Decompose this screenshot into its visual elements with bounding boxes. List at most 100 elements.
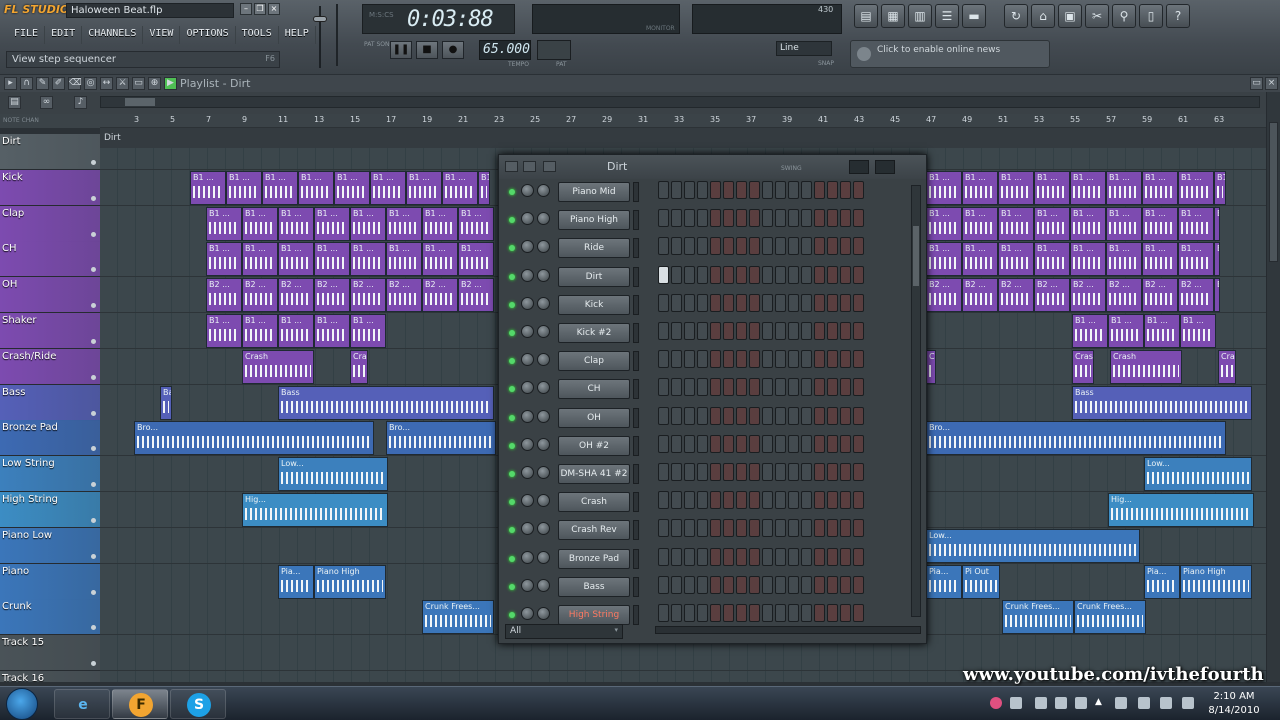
step-button[interactable]: [788, 463, 799, 481]
monitor-tray-icon[interactable]: [1160, 697, 1172, 709]
volume-knob[interactable]: [537, 240, 550, 254]
pencil-icon[interactable]: ✎: [36, 77, 49, 90]
fl-studio-taskbar-button[interactable]: F: [112, 689, 168, 719]
track-mute-led[interactable]: [91, 518, 96, 523]
track-mute-led[interactable]: [91, 195, 96, 201]
step-button[interactable]: [671, 209, 682, 228]
start-button[interactable]: [6, 688, 38, 720]
step-button[interactable]: [788, 293, 799, 312]
volume-knob[interactable]: [537, 184, 550, 197]
step-button[interactable]: [840, 604, 851, 622]
step-button[interactable]: [749, 209, 760, 228]
step-button[interactable]: [749, 293, 760, 312]
channel-button[interactable]: Kick: [558, 294, 630, 315]
pattern-clip[interactable]: B1 ...: [998, 242, 1034, 277]
step-button[interactable]: [697, 434, 708, 453]
step-sequencer-titlebar[interactable]: Dirt SWING: [499, 155, 926, 179]
step-button[interactable]: [697, 350, 708, 369]
show-hidden-icons[interactable]: ▲: [1095, 697, 1107, 709]
step-button[interactable]: [775, 434, 786, 453]
track-mute-led[interactable]: [91, 553, 96, 559]
pattern-clip[interactable]: Crash: [926, 349, 936, 384]
step-button[interactable]: [814, 237, 825, 256]
volume-knob[interactable]: [537, 212, 550, 226]
volume-knob[interactable]: [537, 550, 550, 564]
channel-mute-led[interactable]: [509, 612, 515, 618]
step-button[interactable]: [658, 350, 669, 369]
step-button[interactable]: [749, 547, 760, 566]
step-button[interactable]: [749, 575, 760, 594]
step-button[interactable]: [697, 265, 708, 284]
step-button[interactable]: [697, 575, 708, 594]
channel-select[interactable]: [633, 464, 639, 484]
tools-icon[interactable]: ✂: [1085, 4, 1109, 28]
step-button[interactable]: [710, 547, 721, 566]
pattern-clip[interactable]: Pia...: [926, 564, 962, 599]
step-button[interactable]: [762, 322, 773, 340]
plugin-icon[interactable]: ⌂: [1031, 4, 1055, 28]
scroll-thumb-vertical[interactable]: [1269, 122, 1278, 262]
step-button[interactable]: [658, 237, 669, 256]
step-button[interactable]: [814, 547, 825, 566]
pattern-clip[interactable]: B1 ...: [926, 242, 962, 277]
pan-knob[interactable]: [521, 353, 534, 367]
channel-button[interactable]: Dirt: [558, 266, 630, 287]
pattern-clip[interactable]: Bro...: [926, 421, 1226, 456]
step-button[interactable]: [788, 237, 799, 256]
step-button[interactable]: [684, 265, 695, 284]
pattern-clip[interactable]: B1 ...: [1106, 170, 1142, 205]
step-button[interactable]: [775, 406, 786, 425]
step-button[interactable]: [684, 350, 695, 369]
step-button[interactable]: [749, 463, 760, 481]
step-button[interactable]: [671, 604, 682, 622]
step-button[interactable]: [723, 237, 734, 256]
step-button[interactable]: [658, 434, 669, 453]
step-button[interactable]: [788, 491, 799, 510]
step-button[interactable]: [749, 406, 760, 425]
step-button[interactable]: [658, 322, 669, 340]
step-button[interactable]: [840, 547, 851, 566]
step-button[interactable]: [710, 406, 721, 425]
step-button[interactable]: [788, 378, 799, 397]
pattern-clip[interactable]: B2 ...: [278, 278, 314, 313]
track-mute-led[interactable]: [91, 482, 96, 488]
step-button[interactable]: [814, 406, 825, 425]
step-button[interactable]: [671, 491, 682, 510]
pan-knob[interactable]: [521, 240, 534, 254]
step-button[interactable]: [814, 434, 825, 453]
pattern-clip[interactable]: B1 ...: [998, 170, 1034, 205]
track-header[interactable]: High String: [0, 492, 100, 528]
pattern-clip[interactable]: B2 ...: [1106, 278, 1142, 313]
pin-icon[interactable]: [543, 161, 556, 172]
step-button[interactable]: [710, 350, 721, 369]
step-button[interactable]: [749, 181, 760, 199]
pattern-clip[interactable]: B1 ...: [242, 206, 278, 241]
pattern-clip[interactable]: B1 ...: [242, 242, 278, 277]
step-button[interactable]: [749, 265, 760, 284]
step-button[interactable]: [788, 209, 799, 228]
step-button[interactable]: [853, 209, 864, 228]
step-button[interactable]: [658, 463, 669, 481]
channel-mute-led[interactable]: [509, 499, 515, 506]
step-button[interactable]: [658, 519, 669, 538]
piano-roll-icon[interactable]: ▥: [908, 4, 932, 28]
step-button[interactable]: [814, 350, 825, 369]
channel-mute-led[interactable]: [509, 442, 515, 449]
playlist-icon[interactable]: ▤: [854, 4, 878, 28]
step-button[interactable]: [658, 209, 669, 228]
channel-filter-select[interactable]: All ▾: [505, 624, 623, 639]
step-button[interactable]: [814, 265, 825, 284]
pattern-clip[interactable]: B1 ...: [962, 206, 998, 241]
step-button[interactable]: [814, 604, 825, 622]
step-button[interactable]: [775, 181, 786, 199]
step-button[interactable]: [749, 378, 760, 397]
graph-editor-icon[interactable]: [849, 160, 869, 174]
restore-icon[interactable]: ❐: [254, 3, 266, 15]
step-button[interactable]: [671, 406, 682, 425]
step-button[interactable]: [671, 293, 682, 312]
step-button[interactable]: [723, 350, 734, 369]
step-button[interactable]: [671, 237, 682, 256]
channel-button[interactable]: Kick #2: [558, 323, 630, 343]
scroll-thumb[interactable]: [125, 98, 155, 106]
pattern-clip[interactable]: B2 ...: [1178, 278, 1214, 313]
